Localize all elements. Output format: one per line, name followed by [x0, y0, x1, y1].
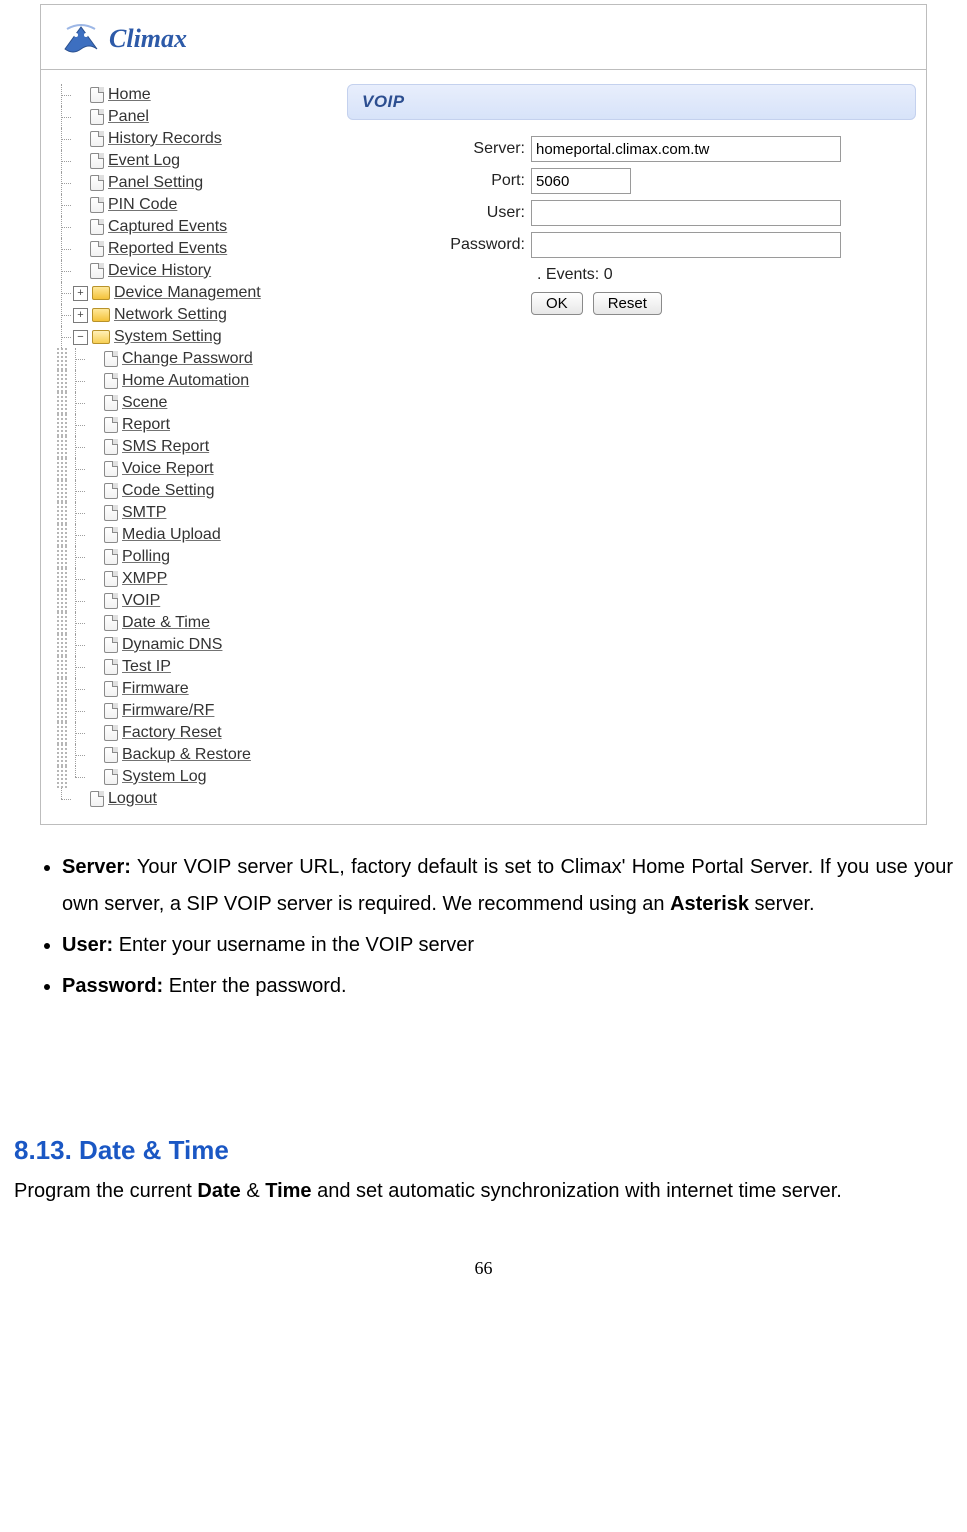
page-icon [104, 461, 118, 477]
password-input[interactable] [531, 232, 841, 258]
port-input[interactable] [531, 168, 631, 194]
folder-icon [92, 308, 110, 322]
page-icon [104, 417, 118, 433]
page-number: 66 [14, 1258, 953, 1279]
label-user: User: [347, 204, 531, 222]
tree-item[interactable]: Report [55, 414, 315, 436]
tree-item-device-management[interactable]: + Device Management [55, 282, 315, 304]
panel-title: VOIP [347, 84, 916, 120]
page-icon [90, 87, 104, 103]
label-server: Server: [347, 140, 531, 158]
bullet-user: User: Enter your username in the VOIP se… [62, 927, 953, 964]
tree-item[interactable]: Factory Reset [55, 722, 315, 744]
page-icon [90, 791, 104, 807]
logo-row: Climax [41, 15, 926, 70]
document-page: Climax HomePanelHistory RecordsEvent Log… [0, 4, 967, 1319]
page-icon [104, 615, 118, 631]
tree-item[interactable]: Panel Setting [55, 172, 315, 194]
events-status: . Events: 0 [347, 266, 916, 284]
expand-icon[interactable]: + [73, 286, 88, 301]
tree-item[interactable]: Test IP [55, 656, 315, 678]
section-heading: 8.13. Date & Time [14, 1135, 953, 1166]
label-password: Password: [347, 236, 531, 254]
tree-item[interactable]: Media Upload [55, 524, 315, 546]
tree-item[interactable]: Captured Events [55, 216, 315, 238]
tree-item[interactable]: Scene [55, 392, 315, 414]
page-icon [104, 703, 118, 719]
tree-item[interactable]: SMTP [55, 502, 315, 524]
form-panel: VOIP Server: Port: User: Password: [315, 84, 926, 315]
expand-icon[interactable]: + [73, 308, 88, 323]
tree-item[interactable]: PIN Code [55, 194, 315, 216]
page-icon [104, 395, 118, 411]
tree-item[interactable]: Home Automation [55, 370, 315, 392]
tree-item[interactable]: Dynamic DNS [55, 634, 315, 656]
page-icon [90, 263, 104, 279]
tree-item[interactable]: System Log [55, 766, 315, 788]
logo-icon [61, 19, 101, 59]
bullet-server: Server: Your VOIP server URL, factory de… [62, 849, 953, 923]
page-icon [104, 571, 118, 587]
page-icon [104, 725, 118, 741]
description-list: Server: Your VOIP server URL, factory de… [14, 849, 953, 1005]
tree-item[interactable]: History Records [55, 128, 315, 150]
page-icon [104, 659, 118, 675]
page-icon [104, 549, 118, 565]
tree-item-logout[interactable]: Logout [55, 788, 315, 810]
nav-tree: HomePanelHistory RecordsEvent LogPanel S… [41, 84, 315, 810]
page-icon [90, 153, 104, 169]
document-body: Server: Your VOIP server URL, factory de… [12, 849, 955, 1279]
page-icon [104, 593, 118, 609]
reset-button[interactable]: Reset [593, 292, 662, 315]
page-icon [104, 351, 118, 367]
tree-item[interactable]: Code Setting [55, 480, 315, 502]
page-icon [104, 747, 118, 763]
tree-item[interactable]: Change Password [55, 348, 315, 370]
tree-item[interactable]: SMS Report [55, 436, 315, 458]
tree-item[interactable]: XMPP [55, 568, 315, 590]
page-icon [104, 373, 118, 389]
logo-text: Climax [109, 24, 187, 54]
tree-item[interactable]: Panel [55, 106, 315, 128]
page-icon [104, 769, 118, 785]
collapse-icon[interactable]: − [73, 330, 88, 345]
folder-icon [92, 286, 110, 300]
page-icon [90, 197, 104, 213]
bullet-password: Password: Enter the password. [62, 968, 953, 1005]
section-body: Program the current Date & Time and set … [14, 1174, 953, 1208]
page-icon [90, 219, 104, 235]
tree-item[interactable]: VOIP [55, 590, 315, 612]
page-icon [104, 527, 118, 543]
app-screenshot: Climax HomePanelHistory RecordsEvent Log… [40, 4, 927, 825]
page-icon [104, 637, 118, 653]
tree-item[interactable]: Date & Time [55, 612, 315, 634]
ok-button[interactable]: OK [531, 292, 583, 315]
tree-item[interactable]: Event Log [55, 150, 315, 172]
label-port: Port: [347, 172, 531, 190]
page-icon [104, 505, 118, 521]
tree-item[interactable]: Device History [55, 260, 315, 282]
tree-item[interactable]: Firmware/RF [55, 700, 315, 722]
server-input[interactable] [531, 136, 841, 162]
page-icon [90, 131, 104, 147]
page-icon [90, 109, 104, 125]
page-icon [104, 439, 118, 455]
user-input[interactable] [531, 200, 841, 226]
tree-item[interactable]: Backup & Restore [55, 744, 315, 766]
page-icon [90, 241, 104, 257]
tree-item[interactable]: Firmware [55, 678, 315, 700]
page-icon [90, 175, 104, 191]
tree-item[interactable]: Home [55, 84, 315, 106]
tree-item-network-setting[interactable]: + Network Setting [55, 304, 315, 326]
page-icon [104, 681, 118, 697]
tree-item[interactable]: Reported Events [55, 238, 315, 260]
tree-item[interactable]: Voice Report [55, 458, 315, 480]
tree-item-system-setting[interactable]: − System Setting [55, 326, 315, 348]
tree-item[interactable]: Polling [55, 546, 315, 568]
page-icon [104, 483, 118, 499]
folder-open-icon [92, 330, 110, 344]
